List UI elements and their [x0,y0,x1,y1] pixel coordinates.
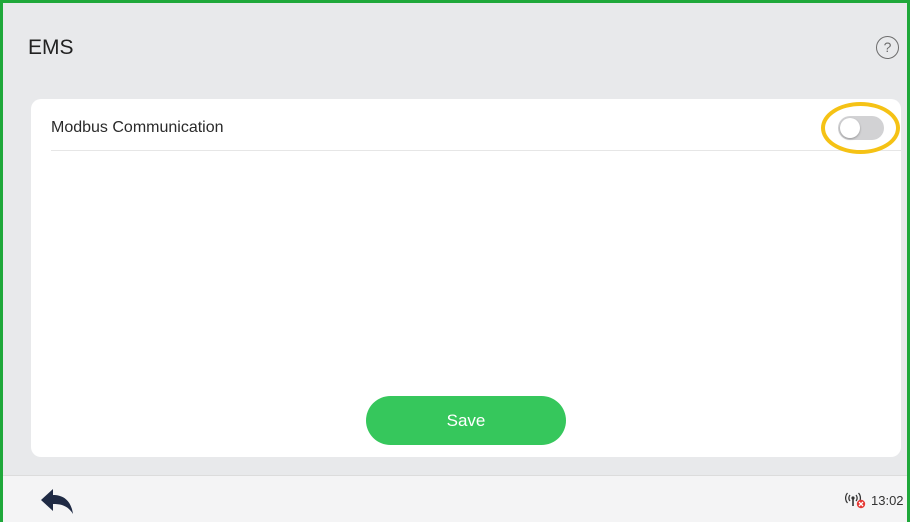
app-window: EMS ? Modbus Communication Save 13:02 [0,0,910,522]
back-arrow-icon[interactable] [39,488,75,516]
status-time: 13:02 [871,493,904,508]
setting-row-modbus: Modbus Communication [51,99,901,151]
signal-disconnected-icon [845,491,867,509]
save-button[interactable]: Save [366,396,566,445]
bottom-bar: 13:02 [3,475,907,522]
settings-card: Modbus Communication Save [31,99,901,457]
modbus-communication-label: Modbus Communication [51,119,224,136]
page-title: EMS [28,36,74,59]
help-icon[interactable]: ? [876,36,899,59]
highlight-annotation [821,102,900,154]
